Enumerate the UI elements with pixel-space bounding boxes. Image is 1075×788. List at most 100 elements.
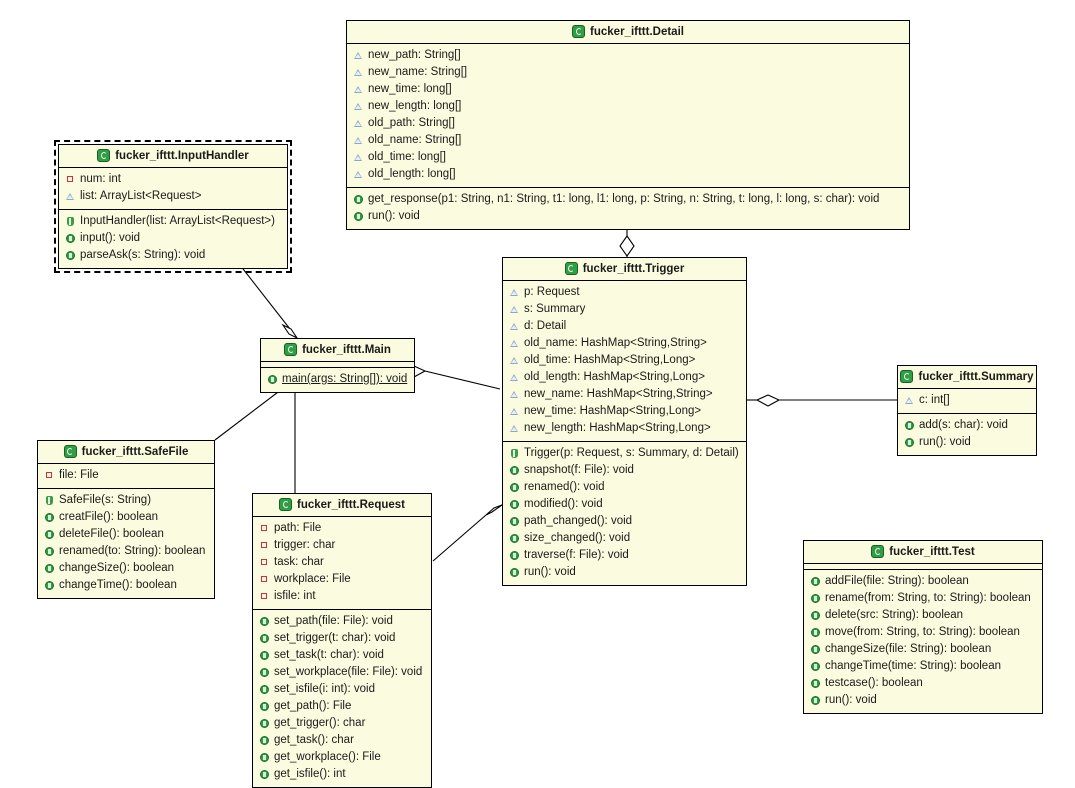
attributes-safefile: file: File <box>38 464 214 488</box>
attribute-row: old_length: HashMap<String,Long> <box>503 369 746 386</box>
class-title: fucker_ifttt.Summary <box>918 370 1034 383</box>
class-box-safefile[interactable]: fucker_ifttt.SafeFile file: File SafeFil… <box>37 440 215 599</box>
link-request-trigger <box>432 514 487 562</box>
public-marker-icon <box>811 577 820 586</box>
class-icon <box>900 370 914 383</box>
method-row: renamed(to: String): boolean <box>38 543 214 560</box>
class-icon <box>572 25 586 38</box>
methods-safefile: SafeFile(s: String) creatFile(): boolean… <box>38 488 214 598</box>
package-marker-icon <box>510 339 519 348</box>
class-header-detail: fucker_ifttt.Detail <box>347 21 909 44</box>
package-marker-icon <box>66 192 75 201</box>
method-row: get_workplace(): File <box>253 749 431 766</box>
class-box-test[interactable]: fucker_ifttt.Test addFile(file: String):… <box>803 540 1043 714</box>
method-row: testcase(): boolean <box>804 675 1042 692</box>
attribute-row: old_length: long[] <box>347 166 909 183</box>
method-row: SafeFile(s: String) <box>38 492 214 509</box>
attribute-row: path: File <box>253 520 431 537</box>
aggregation-diamond-inputhandler-main <box>281 323 299 340</box>
public-marker-icon <box>66 234 75 243</box>
method-row: get_task(): char <box>253 732 431 749</box>
private-marker-icon <box>66 175 75 184</box>
attribute-row: old_name: String[] <box>347 132 909 149</box>
class-box-main[interactable]: fucker_ifttt.Main main(args: String[]): … <box>260 338 415 393</box>
method-row: rename(from: String, to: String): boolea… <box>804 590 1042 607</box>
class-icon <box>63 445 77 458</box>
public-marker-icon <box>811 696 820 705</box>
method-row: renamed(): void <box>503 479 746 496</box>
package-marker-icon <box>510 373 519 382</box>
methods-inputhandler: InputHandler(list: ArrayList<Request>) i… <box>59 209 287 268</box>
link-main-trigger <box>424 370 501 390</box>
public-marker-icon <box>811 611 820 620</box>
class-title: fucker_ifttt.Trigger <box>582 262 685 275</box>
attribute-row: new_time: HashMap<String,Long> <box>503 403 746 420</box>
class-title: fucker_ifttt.Detail <box>590 25 684 38</box>
method-row: get_isfile(): int <box>253 766 431 783</box>
attribute-row: old_time: long[] <box>347 149 909 166</box>
attribute-row: new_length: long[] <box>347 98 909 115</box>
class-box-summary[interactable]: fucker_ifttt.Summary c: int[] add(s: cha… <box>897 365 1037 456</box>
public-marker-icon <box>260 617 269 626</box>
method-row: get_path(): File <box>253 698 431 715</box>
class-box-detail[interactable]: fucker_ifttt.Detail new_path: String[] n… <box>346 20 910 230</box>
method-row: deleteFile(): boolean <box>38 526 214 543</box>
class-box-trigger[interactable]: fucker_ifttt.Trigger p: Request s: Summa… <box>502 257 747 586</box>
method-row: changeTime(): boolean <box>38 577 214 594</box>
package-marker-icon <box>354 170 363 179</box>
attribute-row: trigger: char <box>253 537 431 554</box>
public-marker-icon <box>260 685 269 694</box>
class-header-main: fucker_ifttt.Main <box>261 339 414 362</box>
package-marker-icon <box>510 356 519 365</box>
constructor-marker-icon <box>66 217 75 226</box>
public-marker-icon <box>45 513 54 522</box>
method-row: path_changed(): void <box>503 513 746 530</box>
attribute-row: c: int[] <box>898 392 1036 409</box>
class-box-request[interactable]: fucker_ifttt.Request path: File trigger:… <box>252 493 432 788</box>
diagram-canvas: fucker_ifttt.Detail new_path: String[] n… <box>0 0 1075 788</box>
public-marker-icon <box>905 421 914 430</box>
method-row: modified(): void <box>503 496 746 513</box>
method-row: creatFile(): boolean <box>38 509 214 526</box>
method-row: changeTime(time: String): boolean <box>804 658 1042 675</box>
attribute-row: list: ArrayList<Request> <box>59 188 287 205</box>
attributes-inputhandler: num: int list: ArrayList<Request> <box>59 168 287 209</box>
attribute-row: isfile: int <box>253 588 431 605</box>
package-marker-icon <box>354 85 363 94</box>
aggregation-diamond-request-trigger <box>485 504 503 516</box>
public-marker-icon <box>260 634 269 643</box>
attributes-summary: c: int[] <box>898 389 1036 413</box>
public-marker-icon <box>354 195 363 204</box>
package-marker-icon <box>354 51 363 60</box>
attribute-row: new_path: String[] <box>347 47 909 64</box>
class-box-inputhandler[interactable]: fucker_ifttt.InputHandler num: int list:… <box>54 140 292 273</box>
private-marker-icon <box>45 471 54 480</box>
private-marker-icon <box>260 541 269 550</box>
public-marker-icon <box>510 551 519 560</box>
method-row: delete(src: String): boolean <box>804 607 1042 624</box>
package-marker-icon <box>354 68 363 77</box>
methods-detail: get_response(p1: String, n1: String, t1:… <box>347 187 909 229</box>
constructor-marker-icon <box>45 496 54 505</box>
attribute-row: old_path: String[] <box>347 115 909 132</box>
attribute-row: new_length: HashMap<String,Long> <box>503 420 746 437</box>
attribute-row: new_time: long[] <box>347 81 909 98</box>
public-marker-icon <box>260 719 269 728</box>
public-marker-icon <box>510 568 519 577</box>
package-marker-icon <box>510 390 519 399</box>
public-marker-icon <box>66 251 75 260</box>
class-title: fucker_ifttt.Test <box>889 545 975 558</box>
class-icon <box>279 498 292 511</box>
package-marker-icon <box>354 102 363 111</box>
class-title: fucker_ifttt.SafeFile <box>81 445 189 458</box>
method-row: parseAsk(s: String): void <box>59 247 287 264</box>
public-marker-icon <box>260 770 269 779</box>
package-marker-icon <box>510 305 519 314</box>
attribute-row: p: Request <box>503 284 746 301</box>
package-marker-icon <box>354 119 363 128</box>
class-title: fucker_ifttt.Main <box>302 343 391 356</box>
method-row: set_workplace(file: File): void <box>253 664 431 681</box>
method-row: changeSize(): boolean <box>38 560 214 577</box>
method-row: changeSize(file: String): boolean <box>804 641 1042 658</box>
public-marker-icon <box>45 564 54 573</box>
